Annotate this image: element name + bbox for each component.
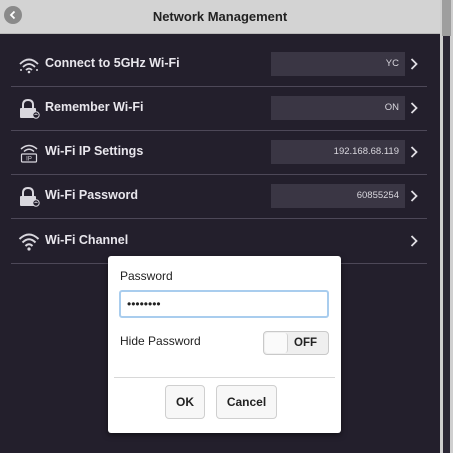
row-label: Connect to 5GHz Wi-Fi	[45, 56, 180, 70]
row-label: Wi-Fi IP Settings	[45, 144, 144, 158]
chevron-right-icon	[410, 190, 418, 202]
row-connect-5ghz[interactable]: Connect to 5GHz Wi-Fi YC	[11, 43, 427, 87]
row-label: Wi-Fi Password	[45, 188, 138, 202]
row-label: Wi-Fi Channel	[45, 233, 129, 247]
page-title: Network Management	[152, 9, 288, 24]
row-label: Remember Wi-Fi	[45, 100, 144, 114]
row-value: YC	[271, 52, 405, 76]
chevron-right-icon	[410, 235, 418, 247]
row-wifi-password[interactable]: Wi-Fi Password 60855254	[11, 175, 427, 219]
scrollbar[interactable]	[440, 0, 453, 453]
dialog-divider	[114, 377, 335, 378]
chevron-right-icon	[410, 58, 418, 70]
wifi-5ghz-icon	[19, 58, 39, 74]
hide-password-toggle[interactable]: OFF	[263, 331, 329, 355]
scroll-thumb[interactable]	[442, 0, 451, 36]
toggle-state: OFF	[294, 337, 317, 349]
password-input[interactable]	[119, 290, 329, 318]
svg-text:IP: IP	[26, 157, 32, 163]
hide-password-label: Hide Password	[120, 334, 201, 348]
ok-button[interactable]: OK	[165, 385, 205, 419]
row-remember-wifi[interactable]: Remember Wi-Fi ON	[11, 87, 427, 131]
wifi-lock-icon	[20, 98, 40, 119]
password-label: Password	[120, 269, 173, 283]
toggle-knob	[265, 333, 288, 353]
password-dialog: Password Hide Password OFF OK Cancel	[108, 256, 341, 433]
scroll-track	[443, 36, 450, 453]
wifi-icon	[18, 233, 40, 251]
row-value: 192.168.68.119	[271, 140, 405, 164]
title-bar: Network Management	[0, 0, 440, 34]
chevron-right-icon	[410, 102, 418, 114]
wifi-lock-icon	[20, 186, 40, 207]
row-value: 60855254	[271, 184, 405, 208]
row-value: ON	[271, 96, 405, 120]
cancel-button[interactable]: Cancel	[216, 385, 277, 419]
row-wifi-ip-settings[interactable]: IP Wi-Fi IP Settings 192.168.68.119	[11, 131, 427, 175]
wifi-ip-icon: IP	[20, 144, 38, 163]
chevron-right-icon	[410, 146, 418, 158]
